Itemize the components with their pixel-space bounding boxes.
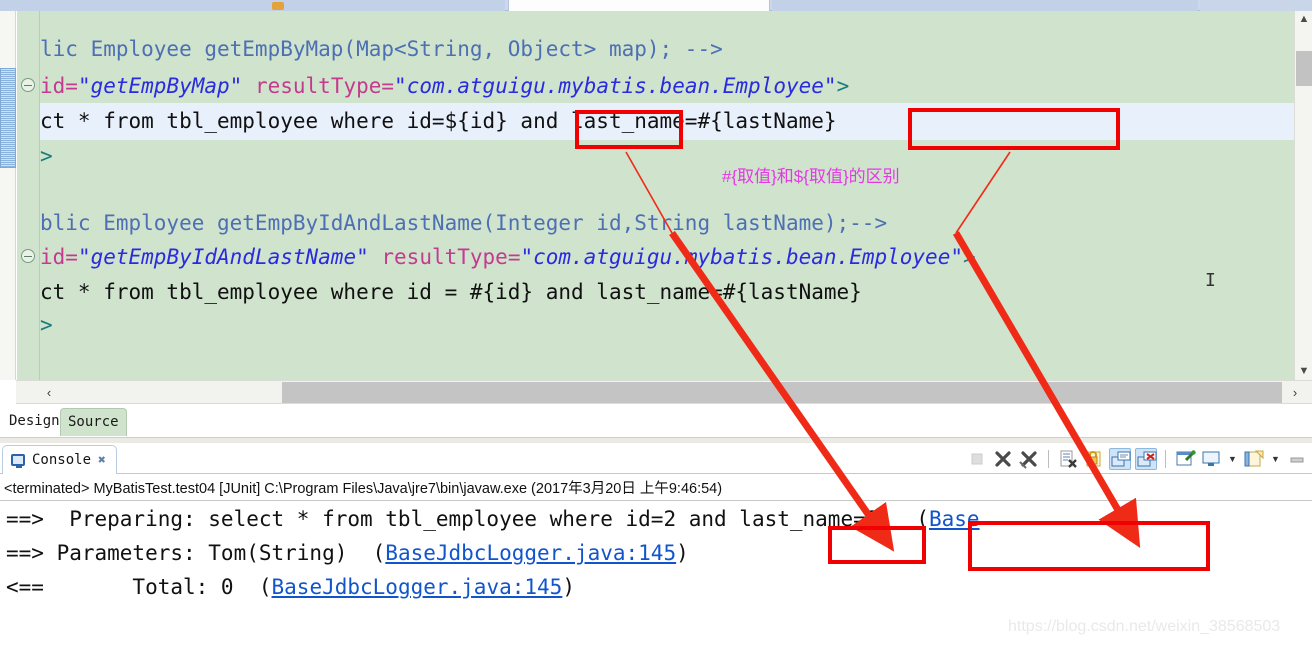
console-output-text: ) [562,575,575,599]
toolbar-separator [1165,450,1166,468]
console-stacktrace-link[interactable]: BaseJdbcLogger.java:145 [272,575,563,599]
code-line[interactable]: id="getEmpByMap" resultType="com.atguigu… [40,68,1294,105]
code-token: > [962,245,976,269]
open-console-button[interactable] [1243,448,1265,470]
close-icon[interactable]: ✖ [98,453,106,468]
code-token: > [40,313,53,337]
code-token: "com.atguigu.mybatis.bean.Employee" [520,245,963,269]
code-token: ct * from tbl_employee where id = #{id} … [40,280,862,304]
minimize-button[interactable] [1286,448,1308,470]
chevron-down-icon[interactable]: ▼ [1269,448,1282,470]
horizontal-scroll-thumb[interactable] [282,382,1282,403]
code-token: > [40,144,53,168]
scroll-right-arrow-icon[interactable]: › [1284,381,1306,404]
code-token: "getEmpByIdAndLastName" [77,245,369,269]
text-cursor-icon: I [1205,270,1216,291]
code-token: "getEmpByMap" [77,74,243,98]
editor-mode-tab-design[interactable]: Design [2,408,67,436]
editor-mode-tabs[interactable]: Design Source [0,404,1312,438]
code-line[interactable]: id="getEmpByIdAndLastName" resultType="c… [40,239,1294,276]
editor-horizontal-scrollbar[interactable]: ‹ › [16,380,1312,404]
code-line[interactable]: ct * from tbl_employee where id=${id} an… [40,103,1294,140]
vertical-scroll-thumb[interactable] [1296,51,1312,86]
editor-tab-active[interactable] [508,0,770,11]
scroll-left-arrow-icon[interactable]: ‹ [38,381,60,404]
editor-vertical-scrollbar[interactable]: ▲ ▼ [1294,11,1312,380]
scroll-lock-button[interactable] [1083,448,1105,470]
code-token: resultType= [254,74,395,98]
console-output-line: ==> Preparing: select * from tbl_employe… [6,502,1312,536]
console-output-text: <== Total: 0 ( [6,575,272,599]
editor-overview-thumb[interactable] [0,68,16,168]
remove-all-launches-button[interactable] [1018,448,1040,470]
code-line[interactable]: lic Employee getEmpByMap(Map<String, Obj… [40,31,1294,68]
remove-launch-button[interactable] [992,448,1014,470]
console-output-text: ( [916,507,929,531]
code-token: > [836,74,850,98]
editor-mode-tab-source[interactable]: Source [60,408,127,436]
editor-fold-gutter[interactable] [17,11,39,380]
show-console-on-output-button[interactable] [1109,448,1131,470]
clear-console-button[interactable] [1057,448,1079,470]
console-icon [11,454,25,468]
tab-console[interactable]: Console ✖ [2,445,117,474]
editor-tab-inactive-1[interactable] [0,0,505,11]
pin-console-button[interactable] [1174,448,1196,470]
tab-console-label: Console [32,452,92,468]
console-output-line: ==> Parameters: Tom(String) (BaseJdbcLog… [6,536,1312,570]
code-token: lic Employee getEmpByMap(Map<String, Obj… [40,37,723,61]
source-editor[interactable]: lic Employee getEmpByMap(Map<String, Obj… [0,11,1312,380]
chevron-down-icon[interactable]: ▼ [1226,448,1239,470]
console-output-text: ==> Preparing: select * from tbl_employe… [6,507,917,531]
display-selected-console-button[interactable] [1200,448,1222,470]
code-line[interactable]: ct * from tbl_employee where id = #{id} … [40,274,1294,311]
editor-code-area[interactable]: lic Employee getEmpByMap(Map<String, Obj… [39,11,1294,380]
console-output-text: ==> Parameters: Tom(String) ( [6,541,386,565]
fold-collapse-icon[interactable] [21,249,35,263]
fold-collapse-icon[interactable] [21,78,35,92]
show-console-on-error-button[interactable] [1135,448,1157,470]
code-line[interactable]: > [40,307,1294,344]
console-toolbar[interactable]: ▼ ▼ [966,445,1308,473]
tab-dirty-indicator-icon [272,2,284,10]
annotation-note: #{取值}和${取值}的区别 [722,167,900,186]
code-line[interactable]: blic Employee getEmpByIdAndLastName(Inte… [40,205,1294,242]
console-output-text: ) [676,541,689,565]
code-token: blic Employee getEmpByIdAndLastName(Inte… [40,211,888,235]
code-token: "com.atguigu.mybatis.bean.Employee" [394,74,837,98]
console-stacktrace-link[interactable]: BaseJdbcLogger.java:145 [385,541,676,565]
toolbar-separator [1048,450,1049,468]
console-header-divider [0,500,1312,501]
console-output-line: <== Total: 0 (BaseJdbcLogger.java:145) [6,570,1312,604]
console-process-label: <terminated> MyBatisTest.test04 [JUnit] … [4,481,723,497]
code-token: id= [40,74,78,98]
code-token: id= [40,245,78,269]
editor-tab-strip[interactable] [0,0,1312,11]
editor-tab-inactive-3[interactable] [1200,0,1312,11]
scroll-down-arrow-icon[interactable]: ▼ [1295,363,1312,380]
code-line[interactable]: > [40,138,1294,175]
console-view[interactable]: Console ✖ ▼ ▼ <terminated> MyBatisTest.te… [0,443,1312,647]
terminate-button[interactable] [966,448,988,470]
editor-left-ruler [0,11,16,380]
watermark: https://blog.csdn.net/weixin_38568503 [1008,618,1281,635]
console-stacktrace-link[interactable]: Base [929,507,980,531]
console-output[interactable]: ==> Preparing: select * from tbl_employe… [6,502,1312,604]
editor-tab-inactive-2[interactable] [772,0,1198,11]
code-token: ct * from tbl_employee where id=${id} an… [40,109,837,133]
console-tab-bar[interactable]: Console ✖ ▼ ▼ [0,443,1312,474]
code-token: resultType= [381,245,521,269]
scroll-up-arrow-icon[interactable]: ▲ [1295,11,1312,28]
